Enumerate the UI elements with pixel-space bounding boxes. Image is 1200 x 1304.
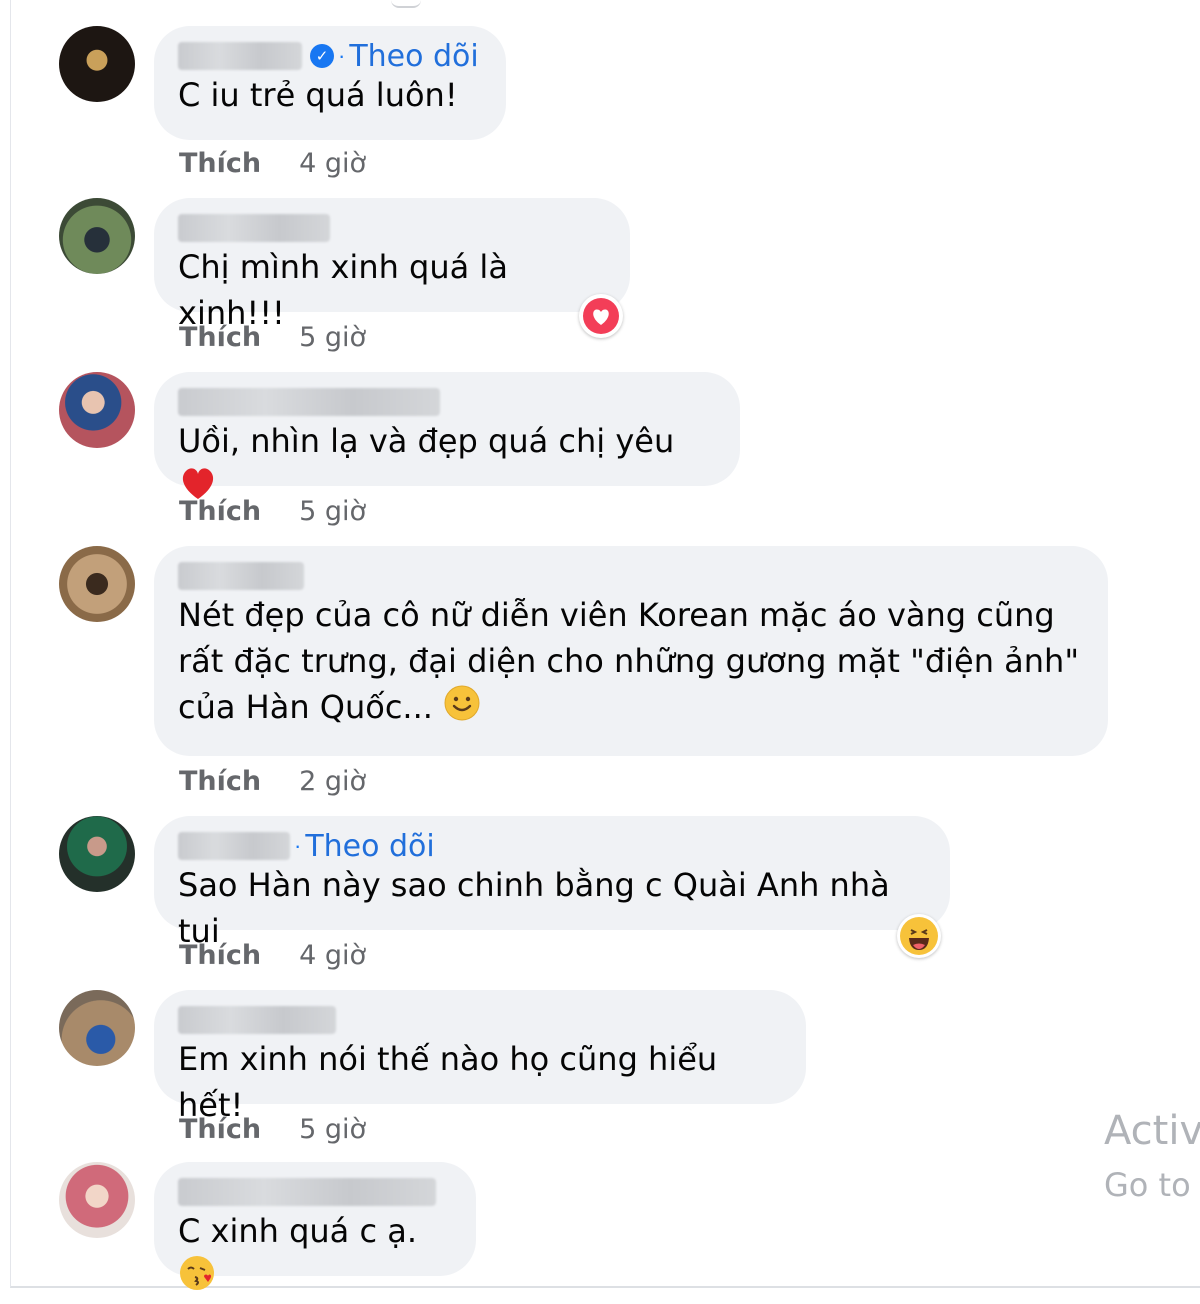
smile-emoji-icon xyxy=(443,684,481,734)
comment-actions: Thích 4 giờ xyxy=(179,148,366,179)
comment-text: C iu trẻ quá luôn! xyxy=(178,76,458,114)
verified-badge-icon: ✓ xyxy=(310,44,334,68)
separator-dot: · xyxy=(338,43,346,68)
love-reaction-icon[interactable] xyxy=(579,294,623,338)
commenter-name-blurred[interactable] xyxy=(178,1178,436,1206)
activation-watermark-subtitle: Go to xyxy=(1104,1166,1191,1204)
activation-watermark-title: Activ xyxy=(1104,1108,1200,1154)
follow-link[interactable]: Theo dõi xyxy=(305,829,434,864)
like-button[interactable]: Thích xyxy=(179,940,261,971)
avatar[interactable] xyxy=(59,990,135,1066)
timestamp[interactable]: 5 giờ xyxy=(299,322,366,353)
like-button[interactable]: Thích xyxy=(179,322,261,353)
comment-actions: Thích 5 giờ xyxy=(179,322,366,353)
avatar[interactable] xyxy=(59,816,135,892)
comment-bubble: Chị mình xinh quá là xinh!!! xyxy=(154,198,630,332)
timestamp[interactable]: 4 giờ xyxy=(299,148,366,179)
comment-bubble: ✓ · Theo dõi C iu trẻ quá luôn! xyxy=(154,26,506,140)
comment-actions: Thích 5 giờ xyxy=(179,1114,366,1145)
avatar[interactable] xyxy=(59,26,135,102)
like-button[interactable]: Thích xyxy=(179,1114,261,1145)
commenter-name-blurred[interactable] xyxy=(178,42,302,70)
comment-actions: Thích 2 giờ xyxy=(179,766,366,797)
timestamp[interactable]: 4 giờ xyxy=(299,940,366,971)
comments-panel: ✓ · Theo dõi C iu trẻ quá luôn! Thích 4 … xyxy=(10,0,1200,1290)
timestamp[interactable]: 5 giờ xyxy=(299,1114,366,1145)
comment-bubble: Nét đẹp của cô nữ diễn viên Korean mặc á… xyxy=(154,546,1108,756)
haha-reaction-icon[interactable] xyxy=(897,914,941,958)
timestamp[interactable]: 2 giờ xyxy=(299,766,366,797)
comment-bubble: Uồi, nhìn lạ và đẹp quá chị yêu xyxy=(154,372,740,499)
comment-text: C xinh quá c ạ. xyxy=(178,1208,450,1304)
follow-link[interactable]: Theo dõi xyxy=(349,39,478,74)
timestamp[interactable]: 5 giờ xyxy=(299,496,366,527)
avatar[interactable] xyxy=(59,198,135,274)
kiss-emoji-icon xyxy=(178,1254,216,1304)
commenter-name-blurred[interactable] xyxy=(178,832,290,860)
avatar[interactable] xyxy=(59,372,135,448)
comment-bubble: C xinh quá c ạ. xyxy=(154,1162,476,1290)
comment-bubble: · Theo dõi Sao Hàn này sao chinh bằng c … xyxy=(154,816,950,950)
commenter-name-blurred[interactable] xyxy=(178,562,304,590)
like-button[interactable]: Thích xyxy=(179,766,261,797)
comment-actions: Thích 4 giờ xyxy=(179,940,366,971)
comment-bubble: Em xinh nói thế nào họ cũng hiểu hết! xyxy=(154,990,806,1124)
like-button[interactable]: Thích xyxy=(179,148,261,179)
avatar[interactable] xyxy=(59,1162,135,1238)
commenter-name-blurred[interactable] xyxy=(178,214,330,242)
like-button[interactable]: Thích xyxy=(179,496,261,527)
avatar[interactable] xyxy=(59,546,135,622)
scroll-remnant xyxy=(391,0,421,8)
separator-dot: · xyxy=(294,833,302,858)
comment-actions: Thích 5 giờ xyxy=(179,496,366,527)
comment-text: Nét đẹp của cô nữ diễn viên Korean mặc á… xyxy=(178,592,1082,734)
commenter-name-blurred[interactable] xyxy=(178,1006,336,1034)
commenter-name-blurred[interactable] xyxy=(178,388,440,416)
